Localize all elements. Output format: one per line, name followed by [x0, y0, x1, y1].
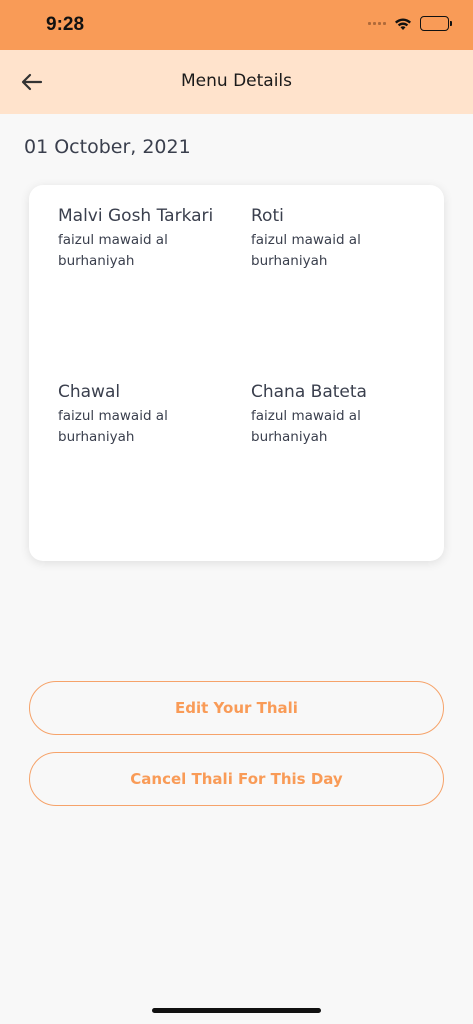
menu-date: 01 October, 2021: [24, 136, 191, 158]
status-icons: [368, 16, 452, 31]
menu-item-name: Malvi Gosh Tarkari: [58, 206, 214, 226]
menu-item: Malvi Gosh Tarkari faizul mawaid al burh…: [58, 202, 223, 272]
menu-item: Chawal faizul mawaid al burhaniyah: [58, 378, 223, 448]
menu-item-name: Chana Bateta: [251, 382, 367, 402]
menu-item-source: faizul mawaid al burhaniyah: [251, 408, 361, 445]
menu-item-source: faizul mawaid al burhaniyah: [58, 232, 168, 269]
cellular-signal-icon: [368, 22, 386, 25]
page-title: Menu Details: [180, 71, 292, 91]
wifi-icon: [395, 18, 411, 30]
battery-icon: [420, 16, 452, 31]
menu-item: Chana Bateta faizul mawaid al burhaniyah: [251, 378, 416, 448]
menu-item-name: Chawal: [58, 382, 121, 402]
edit-thali-button[interactable]: Edit Your Thali: [29, 681, 444, 735]
home-indicator: [152, 1008, 321, 1013]
menu-card: Malvi Gosh Tarkari faizul mawaid al burh…: [29, 185, 444, 561]
menu-item-source: faizul mawaid al burhaniyah: [58, 408, 168, 445]
cancel-thali-button[interactable]: Cancel Thali For This Day: [29, 752, 444, 806]
menu-item-source: faizul mawaid al burhaniyah: [251, 232, 361, 269]
app-header: Menu Details: [0, 50, 473, 114]
menu-item-name: Roti: [251, 206, 284, 226]
status-time: 9:28: [46, 14, 85, 35]
status-bar: 9:28: [0, 0, 473, 50]
menu-item: Roti faizul mawaid al burhaniyah: [251, 202, 416, 272]
